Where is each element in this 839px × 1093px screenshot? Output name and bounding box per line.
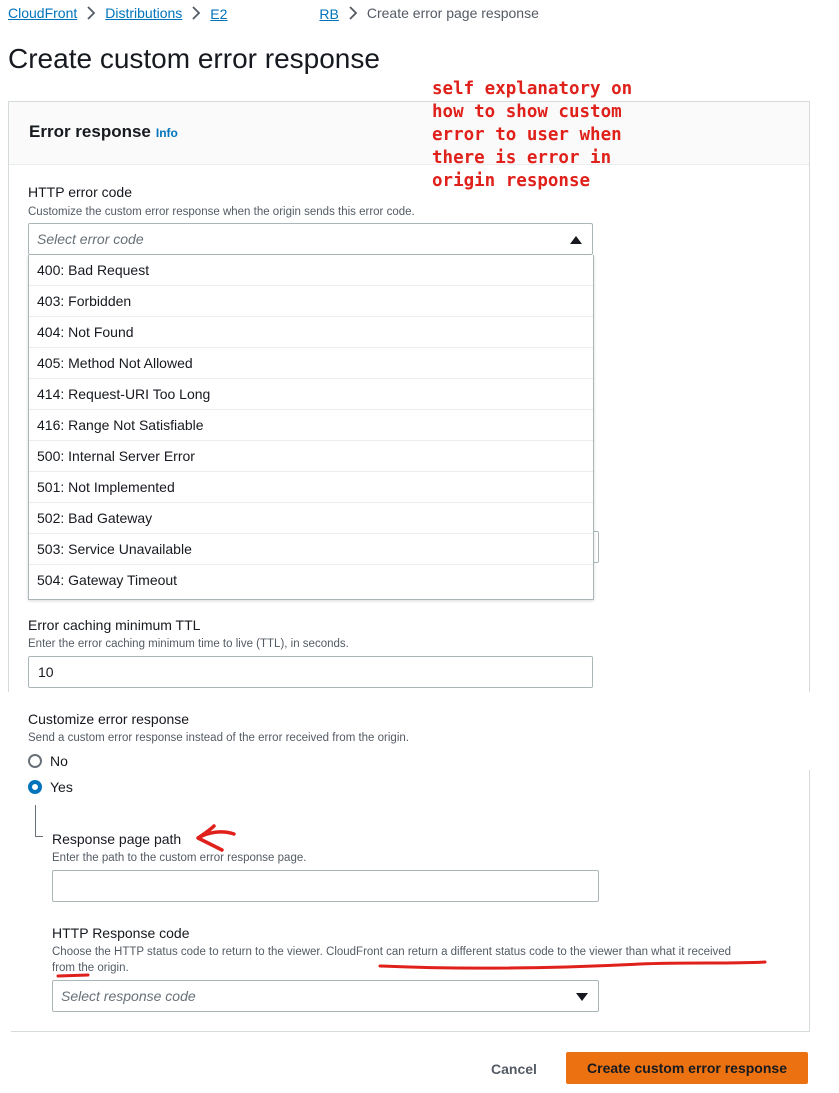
radio-checked-icon xyxy=(28,780,42,794)
dropdown-option-414[interactable]: 414: Request-URI Too Long xyxy=(29,379,593,410)
http-response-code-select[interactable]: Select response code xyxy=(52,980,599,1012)
http-error-code-select[interactable]: Select error code xyxy=(28,223,593,255)
http-response-code-label: HTTP Response code xyxy=(52,925,190,941)
dropdown-option-504[interactable]: 504: Gateway Timeout xyxy=(29,565,593,596)
http-response-code-description-line1: Choose the HTTP status code to return to… xyxy=(52,946,732,958)
http-response-code-description-line2: from the origin. xyxy=(52,962,129,974)
chevron-right-icon xyxy=(191,6,201,20)
info-link[interactable]: Info xyxy=(156,126,178,140)
response-page-path-label: Response page path xyxy=(52,831,182,847)
dropdown-option-502[interactable]: 502: Bad Gateway xyxy=(29,503,593,534)
container-title-text: Error response xyxy=(29,122,151,141)
radio-unchecked-icon xyxy=(28,754,42,768)
caret-down-icon xyxy=(576,993,588,1001)
page-title: Create custom error response xyxy=(8,43,380,74)
http-response-code-description: Choose the HTTP status code to return to… xyxy=(52,944,812,976)
dropdown-option-404[interactable]: 404: Not Found xyxy=(29,317,593,348)
radio-option-yes[interactable]: Yes xyxy=(28,777,73,797)
error-caching-ttl-label: Error caching minimum TTL xyxy=(28,617,201,633)
http-error-code-label: HTTP error code xyxy=(28,184,132,200)
cancel-button[interactable]: Cancel xyxy=(474,1054,554,1084)
dropdown-option-501[interactable]: 501: Not Implemented xyxy=(29,472,593,503)
dropdown-option-416[interactable]: 416: Range Not Satisfiable xyxy=(29,410,593,441)
dropdown-option-405[interactable]: 405: Method Not Allowed xyxy=(29,348,593,379)
customize-error-response-label: Customize error response xyxy=(28,711,190,727)
error-caching-ttl-description: Enter the error caching minimum time to … xyxy=(28,638,349,650)
breadcrumb-distributions-link[interactable]: Distributions xyxy=(105,5,182,21)
error-caching-ttl-input[interactable]: 10 xyxy=(28,656,593,688)
dropdown-option-403[interactable]: 403: Forbidden xyxy=(29,286,593,317)
http-error-code-placeholder: Select error code xyxy=(37,231,144,247)
radio-no-label: No xyxy=(50,753,68,769)
dropdown-option-400[interactable]: 400: Bad Request xyxy=(29,255,593,286)
breadcrumb-distribution-id-link[interactable]: E2 RB xyxy=(210,4,339,22)
chevron-right-icon xyxy=(86,6,96,20)
caret-up-icon xyxy=(570,236,582,244)
dropdown-option-500[interactable]: 500: Internal Server Error xyxy=(29,441,593,472)
http-error-code-description: Customize the custom error response when… xyxy=(28,206,415,218)
http-response-code-placeholder: Select response code xyxy=(61,988,196,1004)
customize-error-response-description: Send a custom error response instead of … xyxy=(28,732,409,744)
create-custom-error-response-button[interactable]: Create custom error response xyxy=(566,1052,808,1084)
radio-option-no[interactable]: No xyxy=(28,751,68,771)
breadcrumb: CloudFront Distributions E2 RB Create err… xyxy=(8,4,539,22)
redacted-region xyxy=(227,4,320,19)
container-title: Error response Info xyxy=(29,122,178,142)
chevron-right-icon xyxy=(348,6,358,20)
radio-yes-label: Yes xyxy=(50,779,73,795)
container-header: Error response Info xyxy=(9,102,809,165)
breadcrumb-current: Create error page response xyxy=(366,5,539,21)
composited-area xyxy=(0,770,11,1093)
nested-connector-line xyxy=(35,805,43,837)
error-code-dropdown: 400: Bad Request 403: Forbidden 404: Not… xyxy=(28,255,594,600)
annotation-note: self explanatory on how to show custom e… xyxy=(432,79,633,191)
response-page-path-description: Enter the path to the custom error respo… xyxy=(52,852,307,864)
distribution-id-start: E2 xyxy=(210,5,228,22)
response-page-path-input[interactable] xyxy=(52,870,599,902)
breadcrumb-cloudfront-link[interactable]: CloudFront xyxy=(8,5,77,21)
distribution-id-end: RB xyxy=(319,5,339,22)
dropdown-option-503[interactable]: 503: Service Unavailable xyxy=(29,534,593,565)
